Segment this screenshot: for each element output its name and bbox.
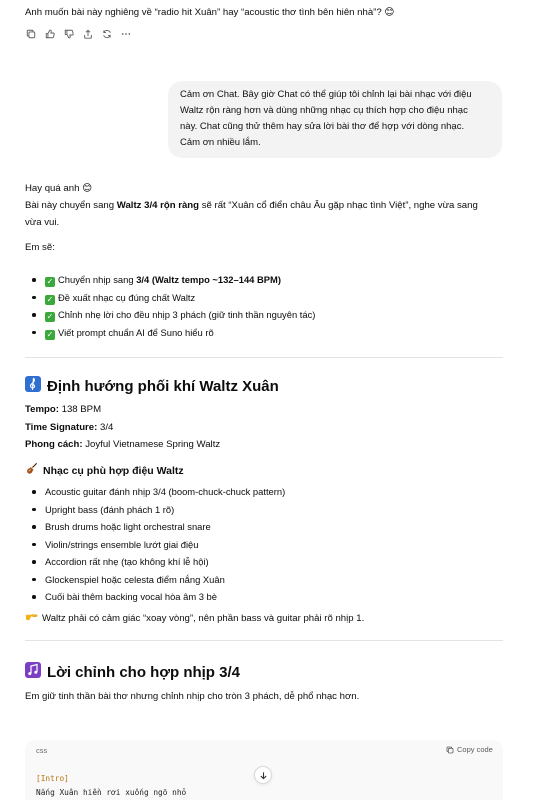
checklist: ✓ Chuyển nhịp sang 3/4 (Waltz tempo ~132–… bbox=[25, 271, 505, 341]
greeting-text: Hay quá anh 😊 bbox=[25, 183, 93, 194]
assistant-reply-intro: Hay quá anh 😊 Bài này chuyển sang Waltz … bbox=[25, 180, 505, 256]
em-se-label: Em sẽ: bbox=[25, 242, 55, 253]
time-signature-label: Time Signature: bbox=[25, 421, 98, 433]
section-heading: Lời chỉnh cho hợp nhịp 3/4 bbox=[25, 662, 240, 684]
intro-bold: Waltz 3/4 rộn ràng bbox=[116, 200, 200, 211]
list-item: Cuối bài thêm backing vocal hòa âm 3 bè bbox=[25, 588, 505, 606]
music-notes-icon bbox=[25, 662, 41, 684]
scroll-down-button[interactable] bbox=[254, 766, 272, 784]
style-label: Phong cách: bbox=[25, 439, 83, 450]
check-icon: ✓ bbox=[45, 277, 55, 287]
check-icon: ✓ bbox=[45, 312, 55, 322]
list-item: ✓ Chỉnh nhẹ lời cho đều nhịp 3 phách (giữ… bbox=[25, 306, 505, 324]
list-item-bold: 3/4 (Waltz tempo ~132–144 BPM) bbox=[136, 274, 281, 285]
section-title: Lời chỉnh cho hợp nhịp 3/4 bbox=[47, 664, 240, 681]
thumbs-down-icon[interactable] bbox=[64, 29, 74, 39]
list-item-text: Chuyển nhịp sang bbox=[58, 274, 137, 285]
check-icon: ✓ bbox=[45, 329, 55, 340]
intro-paragraph: Bài này chuyển sang Waltz 3/4 rộn ràng s… bbox=[25, 197, 505, 231]
pointing-hand-icon bbox=[25, 610, 38, 627]
time-signature-line: Time Signature: 3/4 bbox=[25, 419, 505, 437]
style-value: Joyful Vietnamese Spring Waltz bbox=[82, 439, 221, 450]
arrangement-info: Tempo: 138 BPM Time Signature: 3/4 Phong… bbox=[25, 401, 505, 454]
section-description: Em giữ tinh thần bài thơ nhưng chỉnh nhị… bbox=[25, 691, 360, 702]
waltz-note: Waltz phải có cảm giác “xoay vòng”, nên … bbox=[25, 610, 505, 627]
list-item: Glockenspiel hoặc celesta điểm nắng Xuân bbox=[25, 571, 505, 589]
divider bbox=[25, 640, 503, 641]
section-title: Định hướng phối khí Waltz Xuân bbox=[47, 378, 279, 395]
list-item: ✓ Đề xuất nhạc cụ đúng chất Waltz bbox=[25, 289, 505, 307]
section-heading: Định hướng phối khí Waltz Xuân bbox=[25, 376, 279, 398]
copy-code-label: Copy code bbox=[457, 745, 493, 754]
code-line: [Intro] bbox=[36, 774, 69, 783]
instruments-title: Nhạc cụ phù hợp điệu Waltz bbox=[43, 465, 184, 477]
user-message-line: này. Chat cũng thử thêm hay sửa lời bài … bbox=[180, 121, 465, 132]
style-line: Phong cách: Joyful Vietnamese Spring Wal… bbox=[25, 436, 505, 454]
list-item: Acoustic guitar đánh nhịp 3/4 (boom-chuc… bbox=[25, 483, 505, 501]
user-message-line: Waltz rộn ràng hơn và dùng những nhạc cụ… bbox=[180, 105, 468, 116]
divider bbox=[25, 357, 503, 358]
copy-icon bbox=[446, 746, 454, 754]
user-message-line: Cảm ơn Chat. Bây giờ Chat có thể giúp tô… bbox=[180, 89, 472, 100]
more-icon[interactable] bbox=[121, 29, 131, 39]
time-signature-value: 3/4 bbox=[97, 421, 114, 433]
list-item: Violin/strings ensemble lướt giai điệu bbox=[25, 536, 505, 554]
intro-text: sẽ rất “Xuân cổ điển châu Âu gặp nhạc tì… bbox=[199, 200, 478, 211]
tempo-label: Tempo: bbox=[25, 404, 59, 415]
code-line: Nắng Xuân hiền rơi xuống ngõ nhỏ bbox=[36, 788, 187, 797]
list-item: Brush drums hoặc light orchestral snare bbox=[25, 518, 505, 536]
previous-message-text: Anh muốn bài này nghiêng về “radio hit X… bbox=[25, 7, 395, 18]
music-clef-icon bbox=[25, 376, 41, 398]
user-message-line: Cảm ơn nhiều lắm. bbox=[180, 137, 261, 148]
message-actions bbox=[26, 29, 131, 39]
share-icon[interactable] bbox=[83, 29, 93, 39]
copy-code-button[interactable]: Copy code bbox=[446, 745, 493, 754]
user-message-bubble: Cảm ơn Chat. Bây giờ Chat có thể giúp tô… bbox=[168, 81, 502, 158]
arrow-down-icon bbox=[259, 771, 268, 780]
check-icon: ✓ bbox=[45, 294, 55, 305]
list-item-text: Chỉnh nhẹ lời cho đều nhịp 3 phách (giữ … bbox=[58, 309, 316, 320]
list-item: Accordion rất nhẹ (tạo không khí lễ hội) bbox=[25, 553, 505, 571]
instruments-list: Acoustic guitar đánh nhịp 3/4 (boom-chuc… bbox=[25, 483, 505, 606]
violin-icon bbox=[25, 462, 38, 480]
regenerate-icon[interactable] bbox=[102, 29, 112, 39]
note-text: Waltz phải có cảm giác “xoay vòng”, nên … bbox=[42, 613, 365, 624]
list-item: ✓ Chuyển nhịp sang 3/4 (Waltz tempo ~132–… bbox=[25, 271, 505, 289]
code-language-label: css bbox=[36, 746, 48, 755]
list-item: ✓ Viết prompt chuẩn AI để Suno hiểu rõ bbox=[25, 324, 505, 342]
instruments-heading: Nhạc cụ phù hợp điệu Waltz bbox=[25, 462, 184, 480]
list-item-text: Đề xuất nhạc cụ đúng chất Waltz bbox=[58, 291, 196, 303]
list-item: Upright bass (đánh phách 1 rõ) bbox=[25, 501, 505, 519]
thumbs-up-icon[interactable] bbox=[45, 29, 55, 39]
intro-text: vừa vui. bbox=[25, 217, 60, 228]
tempo-line: Tempo: 138 BPM bbox=[25, 401, 505, 419]
copy-icon[interactable] bbox=[26, 29, 36, 39]
intro-text: Bài này chuyển sang bbox=[25, 200, 117, 211]
tempo-value: 138 BPM bbox=[58, 404, 102, 415]
list-item-text: Viết prompt chuẩn AI để Suno hiểu rõ bbox=[58, 326, 214, 338]
